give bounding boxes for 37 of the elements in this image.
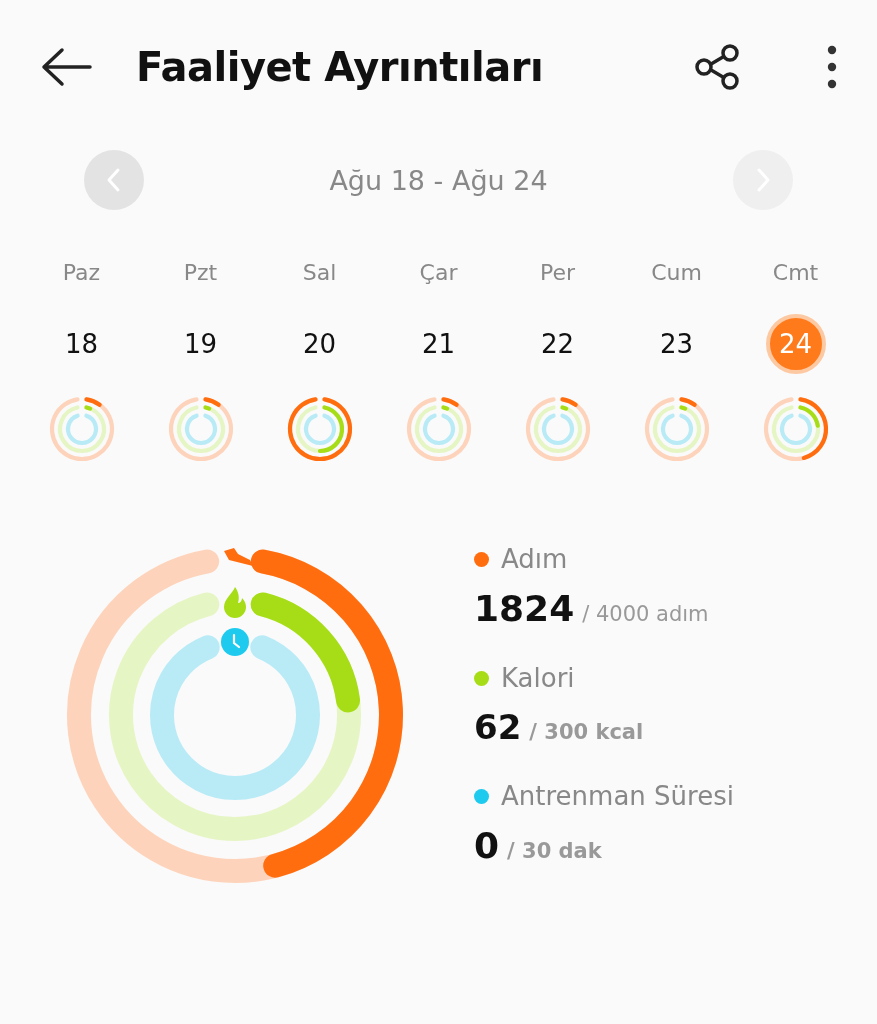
share-icon[interactable] xyxy=(693,43,741,91)
weekday-label: Paz xyxy=(62,260,101,287)
clock-icon xyxy=(221,628,249,656)
weekday-label: Sal xyxy=(302,260,337,287)
flame-icon xyxy=(224,587,246,618)
weekday-label: Pzt xyxy=(183,260,218,287)
day-number[interactable]: 22 xyxy=(527,314,588,374)
chevron-left-icon xyxy=(106,167,122,193)
metric-label: Adım xyxy=(501,544,568,574)
day-number[interactable]: 21 xyxy=(408,314,469,374)
metric-value: 62 xyxy=(474,707,522,747)
day-number[interactable]: 20 xyxy=(289,314,350,374)
back-arrow-icon[interactable] xyxy=(40,47,92,87)
weekday-label: Per xyxy=(539,260,576,287)
activity-rings-drawing xyxy=(167,396,234,462)
activity-rings-drawing xyxy=(643,396,710,462)
activity-rings-drawing xyxy=(762,396,829,462)
metric-goal: / 30 dak xyxy=(507,839,602,863)
metric-value: 1824 xyxy=(474,588,575,629)
metric-goal: / 4000 adım xyxy=(582,602,709,626)
date-range: Ağu 18 - Ağu 24 xyxy=(329,164,548,196)
weekday-label: Çar xyxy=(419,260,458,287)
metric-label: Kalori xyxy=(501,663,575,693)
activity-rings-drawing xyxy=(286,396,353,462)
activity-rings-drawing xyxy=(48,396,115,462)
day-number[interactable]: 18 xyxy=(51,314,112,374)
day-number[interactable]: 19 xyxy=(170,314,231,374)
metric-value: 0 xyxy=(474,825,500,866)
metric-label: Antrenman Süresi xyxy=(501,781,734,811)
weekday-label: Cmt xyxy=(772,260,819,287)
metric-goal: / 300 kcal xyxy=(529,720,644,744)
activity-rings-drawing xyxy=(524,396,591,462)
weekday-label: Cum xyxy=(651,260,702,287)
day-number[interactable]: 23 xyxy=(646,314,707,374)
more-icon[interactable] xyxy=(827,45,837,89)
activity-rings-drawing xyxy=(405,396,472,462)
page-title: Faaliyet Ayrıntıları xyxy=(136,44,545,90)
